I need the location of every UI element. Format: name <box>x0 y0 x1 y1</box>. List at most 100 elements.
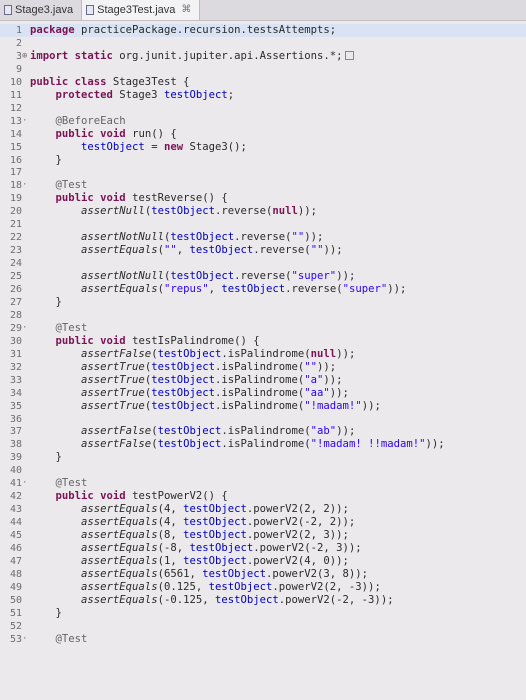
fold-toggle-icon[interactable]: · <box>22 322 30 335</box>
code-line[interactable]: 50 assertEquals(-0.125, testObject.power… <box>0 594 526 607</box>
token-fld: testObject <box>157 347 222 360</box>
code-line[interactable]: 44 assertEquals(4, testObject.powerV2(-2… <box>0 516 526 529</box>
token-fld: testObject <box>189 244 254 257</box>
code-line[interactable]: 32 assertTrue(testObject.isPalindrome(""… <box>0 361 526 374</box>
code-text: assertFalse(testObject.isPalindrome("ab"… <box>30 425 526 438</box>
token-it: assertFalse <box>81 425 152 438</box>
code-line[interactable]: 26 assertEquals("repus", testObject.reve… <box>0 283 526 296</box>
token-fld: testObject <box>151 386 215 399</box>
code-line[interactable]: 28 <box>0 309 526 322</box>
code-line[interactable]: 16 } <box>0 154 526 167</box>
token-text: .powerV2(3, 8)); <box>266 567 369 580</box>
code-line[interactable]: 47 assertEquals(1, testObject.powerV2(4,… <box>0 555 526 568</box>
code-line[interactable]: 35 assertTrue(testObject.isPalindrome("!… <box>0 400 526 413</box>
code-line[interactable]: 33 assertTrue(testObject.isPalindrome("a… <box>0 374 526 387</box>
code-line[interactable]: 29 · @Test <box>0 322 526 335</box>
code-line[interactable]: 22 assertNotNull(testObject.reverse(""))… <box>0 231 526 244</box>
line-number: 50 <box>9 594 22 606</box>
code-line[interactable]: 45 assertEquals(8, testObject.powerV2(2,… <box>0 529 526 542</box>
code-line[interactable]: 42 public void testPowerV2() { <box>0 490 526 503</box>
code-line[interactable]: 13 · @BeforeEach <box>0 115 526 128</box>
code-line[interactable]: 14 public void run() { <box>0 128 526 141</box>
code-line[interactable]: 27 } <box>0 296 526 309</box>
code-line[interactable]: 51 } <box>0 607 526 620</box>
code-line[interactable]: 31 assertFalse(testObject.isPalindrome(n… <box>0 348 526 361</box>
code-line[interactable]: 49 assertEquals(0.125, testObject.powerV… <box>0 581 526 594</box>
token-fld: testObject <box>202 567 267 580</box>
code-line[interactable]: 10 public class Stage3Test { <box>0 76 526 89</box>
code-editor[interactable]: 1 package practicePackage.recursion.tests… <box>0 21 526 700</box>
token-it: assertEquals <box>81 580 158 593</box>
line-number: 25 <box>9 271 22 283</box>
fold-toggle-icon[interactable]: ⊕ <box>22 50 30 63</box>
line-number: 53 <box>9 633 22 645</box>
code-line[interactable]: 34 assertTrue(testObject.isPalindrome("a… <box>0 387 526 400</box>
tab-stage3test-java[interactable]: Stage3Test.java ⌘ <box>81 0 201 20</box>
token-fld: testObject <box>157 438 222 451</box>
token-it: assertTrue <box>81 399 145 412</box>
token-text: testPowerV2() { <box>132 490 228 503</box>
code-text: assertEquals(-8, testObject.powerV2(-2, … <box>30 542 526 555</box>
code-line[interactable]: 9 <box>0 63 526 76</box>
fold-toggle-icon[interactable]: · <box>22 115 30 128</box>
token-text: } <box>30 451 62 464</box>
code-line[interactable]: 21 <box>0 218 526 231</box>
line-number: 17 <box>9 167 22 179</box>
code-line[interactable]: 43 assertEquals(4, testObject.powerV2(2,… <box>0 503 526 516</box>
token-text: .reverse( <box>234 270 292 283</box>
code-line[interactable]: 11 protected Stage3 testObject; <box>0 89 526 102</box>
code-line[interactable]: 3 ⊕ import static org.junit.jupiter.api.As… <box>0 50 526 63</box>
code-line[interactable]: 48 assertEquals(6561, testObject.powerV2… <box>0 568 526 581</box>
fold-toggle-icon[interactable]: · <box>22 633 30 646</box>
code-line[interactable]: 52 <box>0 620 526 633</box>
token-it: assertNull <box>81 205 145 218</box>
code-line[interactable]: 40 <box>0 464 526 477</box>
token-str: "" <box>304 360 318 373</box>
code-line[interactable]: 53 · @Test <box>0 633 526 646</box>
token-text: (4, <box>157 503 184 516</box>
code-line[interactable]: 19 public void testReverse() { <box>0 192 526 205</box>
code-text: @Test <box>30 477 526 490</box>
code-line[interactable]: 17 <box>0 166 526 179</box>
code-line[interactable]: 12 <box>0 102 526 115</box>
code-line[interactable]: 18 · @Test <box>0 179 526 192</box>
code-text: @Test <box>30 179 526 192</box>
fold-toggle-icon[interactable]: · <box>22 179 30 192</box>
code-text: } <box>30 296 526 309</box>
code-line[interactable]: 20 assertNull(testObject.reverse(null)); <box>0 205 526 218</box>
token-kw: null <box>272 205 298 218</box>
code-line[interactable]: 46 assertEquals(-8, testObject.powerV2(-… <box>0 542 526 555</box>
close-tab-icon[interactable]: ⌘ <box>181 4 191 15</box>
code-text: assertNull(testObject.reverse(null)); <box>30 205 526 218</box>
code-text: assertFalse(testObject.isPalindrome(null… <box>30 348 526 361</box>
fold-toggle-icon[interactable]: · <box>22 477 30 490</box>
line-number: 15 <box>9 141 22 153</box>
code-line[interactable]: 25 assertNotNull(testObject.reverse("sup… <box>0 270 526 283</box>
code-line[interactable]: 38 assertFalse(testObject.isPalindrome("… <box>0 438 526 451</box>
code-line[interactable]: 23 assertEquals("", testObject.reverse("… <box>0 244 526 257</box>
code-line[interactable]: 36 <box>0 413 526 426</box>
code-line[interactable]: 2 <box>0 37 526 50</box>
token-fld: testObject <box>81 140 145 153</box>
tab-label: Stage3.java <box>15 3 74 16</box>
line-number: 51 <box>9 607 22 619</box>
code-line[interactable]: 15 testObject = new Stage3(); <box>0 141 526 154</box>
code-line[interactable]: 1 package practicePackage.recursion.tests… <box>0 24 526 37</box>
code-line[interactable]: 30 public void testIsPalindrome() { <box>0 335 526 348</box>
line-number: 12 <box>9 102 22 114</box>
collapsed-imports-icon[interactable] <box>344 51 354 61</box>
code-line[interactable]: 39 } <box>0 451 526 464</box>
tab-stage3-java[interactable]: Stage3.java <box>0 0 81 20</box>
code-text: assertTrue(testObject.isPalindrome("!mad… <box>30 400 526 413</box>
token-str: "aa" <box>304 386 330 399</box>
token-text: testReverse() { <box>132 192 228 205</box>
token-fld: testObject <box>157 425 222 438</box>
code-line[interactable]: 41 · @Test <box>0 477 526 490</box>
code-line[interactable]: 24 <box>0 257 526 270</box>
token-str: "a" <box>304 373 324 386</box>
token-fld: testObject <box>183 529 247 542</box>
code-line[interactable]: 37 assertFalse(testObject.isPalindrome("… <box>0 425 526 438</box>
